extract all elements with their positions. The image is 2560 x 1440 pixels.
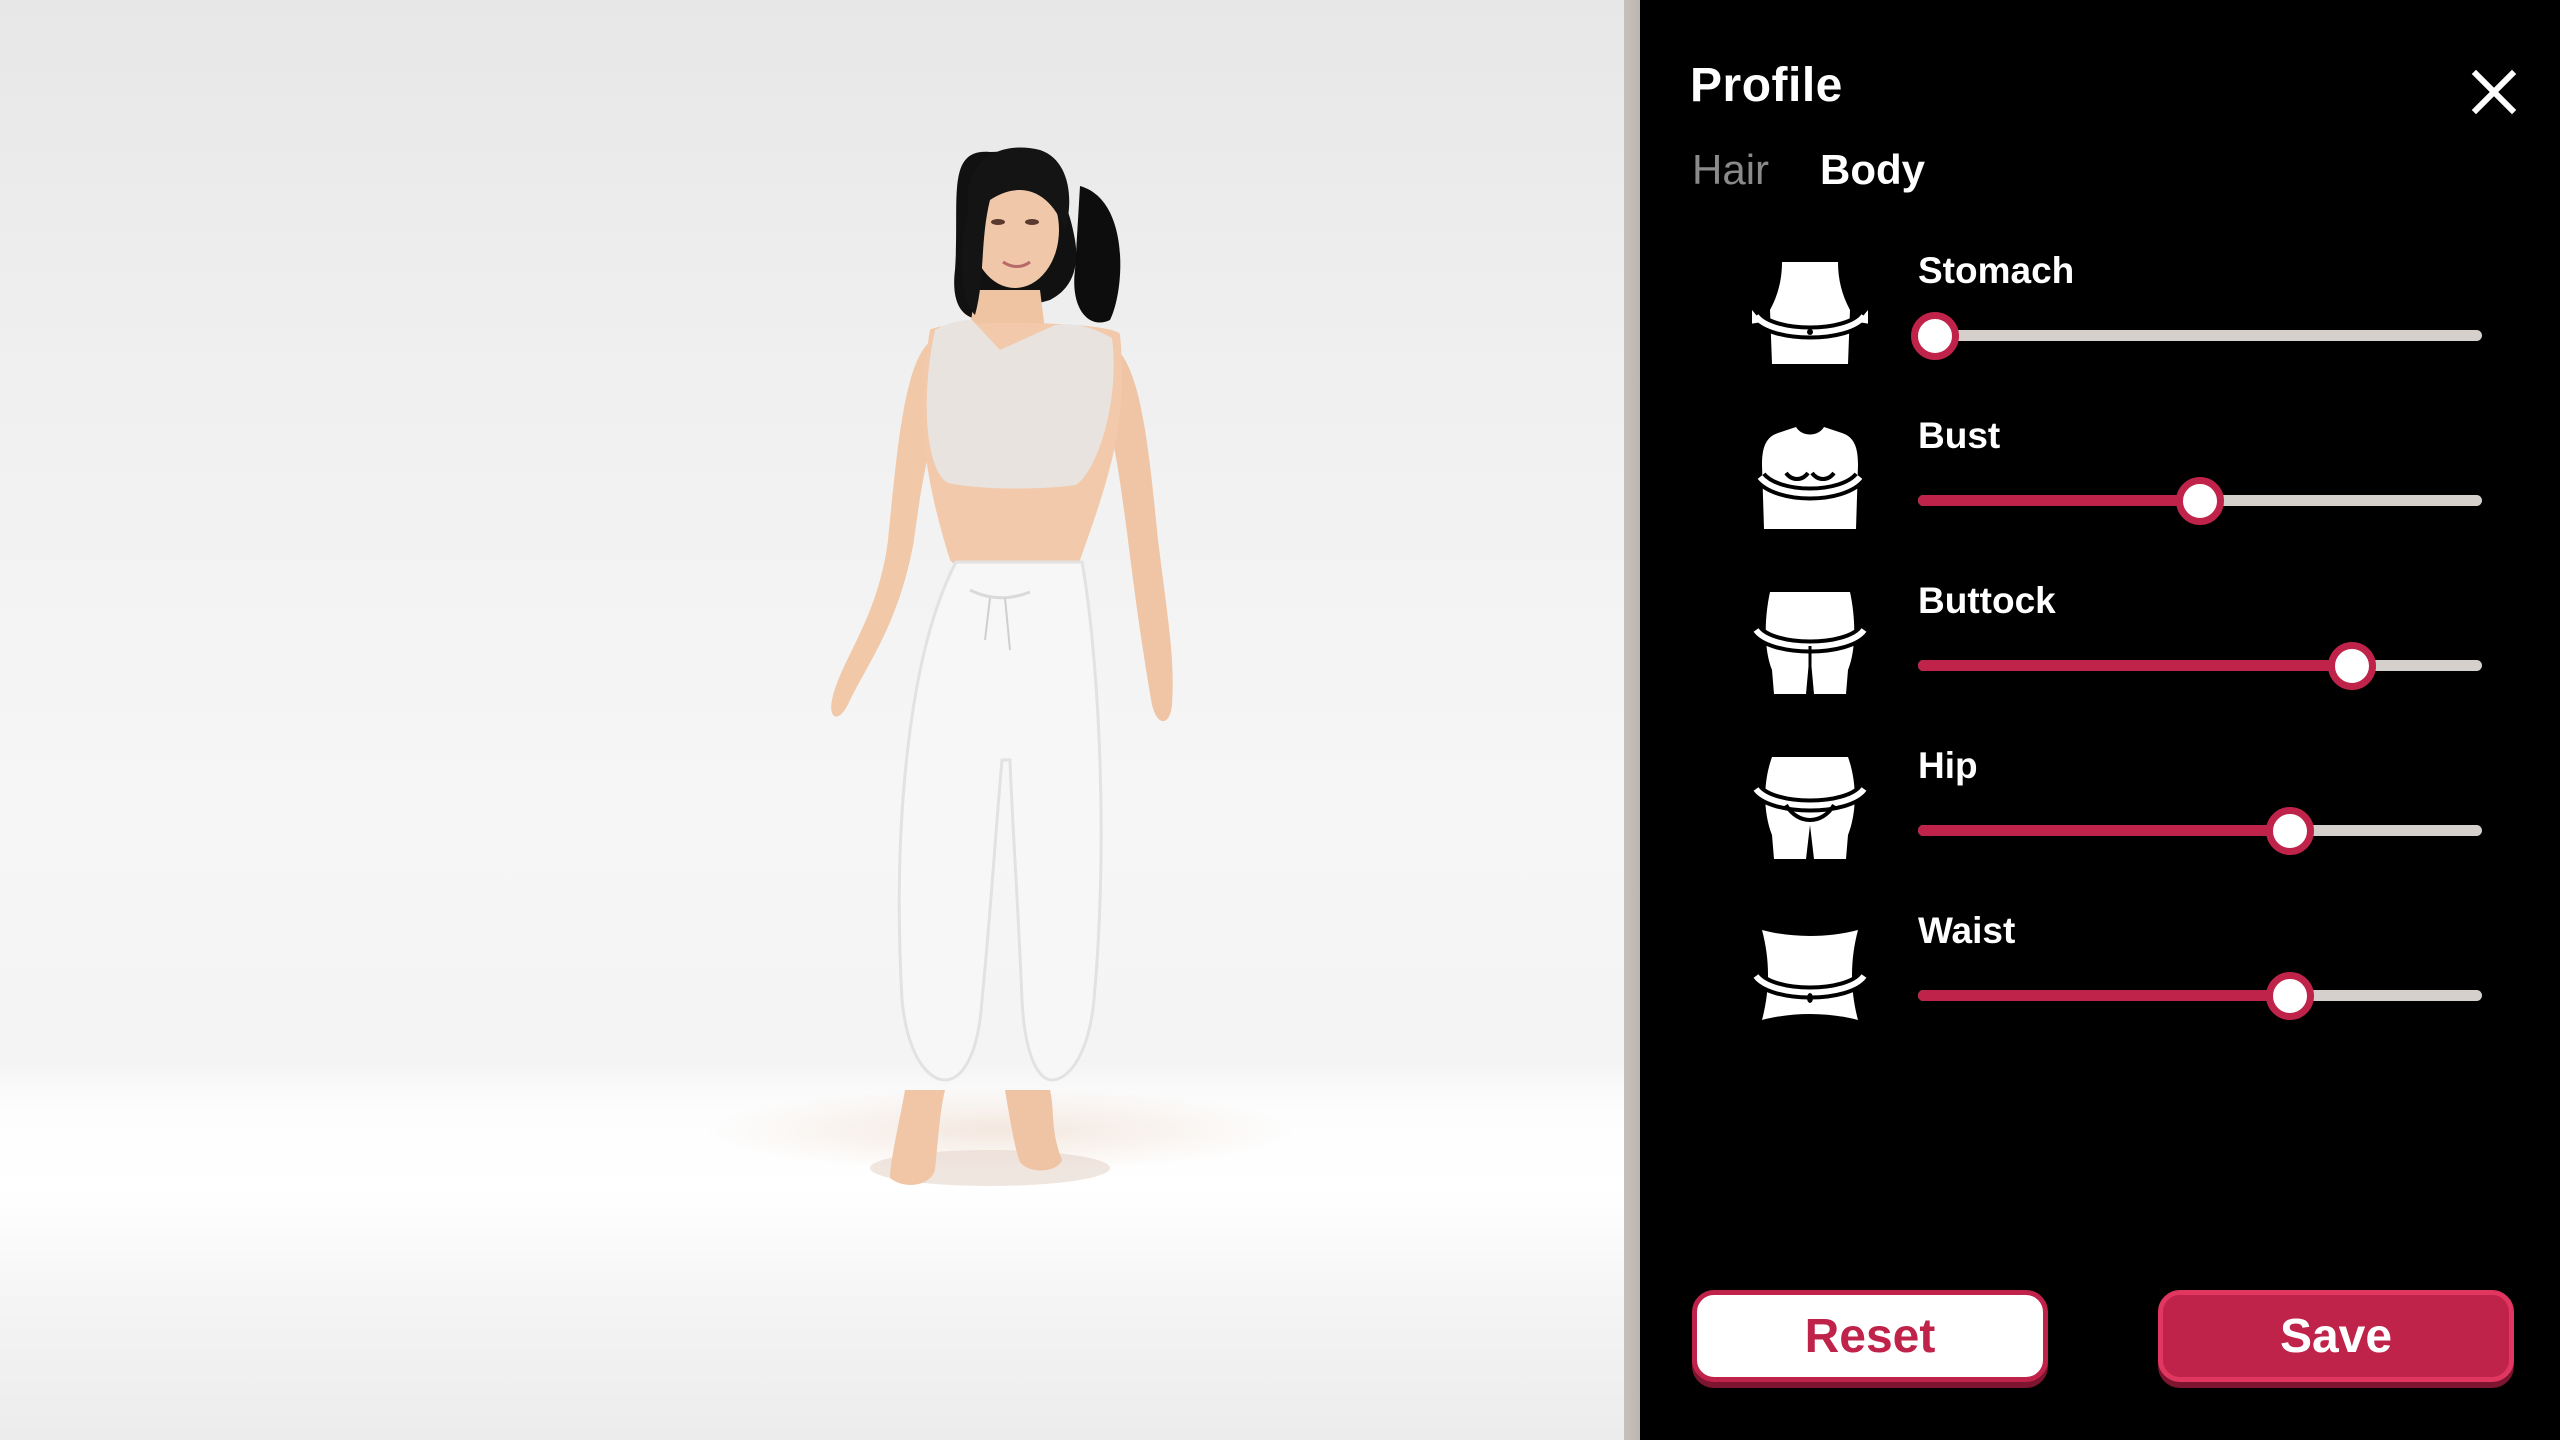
slider-label-waist: Waist [1918, 910, 2016, 951]
buttock-slider[interactable] [1918, 640, 2482, 690]
slider-row-hip: Hip [1640, 745, 2560, 905]
avatar-model[interactable] [0, 0, 1624, 1440]
slider-thumb[interactable] [2328, 642, 2377, 690]
slider-row-waist: Waist [1640, 910, 2560, 1070]
buttock-icon [1752, 592, 1868, 694]
avatar-viewport[interactable] [0, 0, 1624, 1440]
stomach-icon [1752, 262, 1868, 364]
bust-icon [1754, 427, 1866, 529]
close-icon[interactable] [2466, 64, 2522, 120]
hip-slider[interactable] [1918, 805, 2482, 855]
tab-hair[interactable]: Hair [1692, 146, 1769, 194]
slider-fill [1918, 990, 2291, 1001]
slider-row-stomach: Stomach [1640, 250, 2560, 410]
slider-row-buttock: Buttock [1640, 580, 2560, 740]
slider-thumb[interactable] [2266, 972, 2315, 1020]
tab-body[interactable]: Body [1820, 146, 1925, 194]
slider-thumb[interactable] [1910, 312, 1959, 360]
bust-slider[interactable] [1918, 475, 2482, 525]
slider-thumb[interactable] [2176, 477, 2224, 525]
slider-label-stomach: Stomach [1918, 250, 2075, 291]
slider-fill [1918, 660, 2353, 671]
slider-label-buttock: Buttock [1918, 580, 2056, 621]
slider-track [1918, 330, 2482, 341]
slider-row-bust: Bust [1640, 415, 2560, 575]
panel-divider [1624, 0, 1640, 1440]
slider-fill [1918, 495, 2200, 506]
slider-fill [1918, 825, 2291, 836]
slider-thumb[interactable] [2266, 807, 2315, 855]
profile-panel: Profile Hair Body Stomach Bust Buttock H… [1640, 0, 2560, 1440]
hip-icon [1752, 757, 1868, 859]
slider-label-bust: Bust [1918, 415, 2001, 456]
stomach-slider[interactable] [1910, 310, 2482, 360]
reset-button[interactable]: Reset [1692, 1290, 2048, 1382]
slider-label-hip: Hip [1918, 745, 1978, 786]
waist-slider[interactable] [1918, 970, 2482, 1020]
panel-title: Profile [1690, 59, 1843, 112]
save-button[interactable]: Save [2158, 1290, 2514, 1382]
waist-icon [1752, 930, 1868, 1020]
